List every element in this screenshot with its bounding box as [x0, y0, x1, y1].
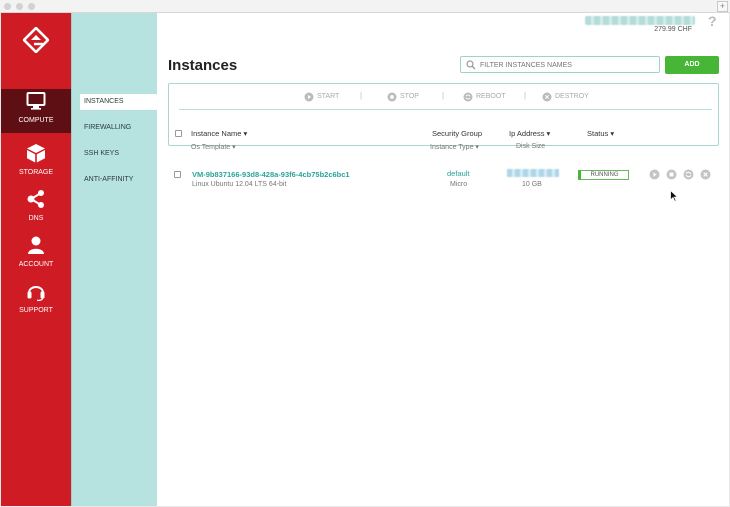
search-icon: [466, 60, 476, 70]
sidebar-item-label: ACCOUNT: [18, 261, 54, 268]
sidebar-item-storage[interactable]: STORAGE: [1, 141, 71, 185]
column-header-disk-size: Disk Size: [516, 143, 546, 150]
subnav-item-instances[interactable]: INSTANCES: [80, 94, 164, 110]
column-header-ip-address[interactable]: Ip Address ▾: [509, 129, 550, 138]
new-tab-icon[interactable]: +: [717, 1, 728, 12]
sidebar-item-label: DNS: [28, 215, 44, 222]
window-close-dot[interactable]: [4, 3, 11, 10]
play-icon: [304, 92, 314, 102]
status-badge: RUNNING: [578, 170, 629, 180]
monitor-icon: [26, 92, 46, 110]
row-start-icon[interactable]: [649, 169, 660, 180]
stop-label: STOP: [400, 93, 419, 100]
help-icon[interactable]: ?: [708, 13, 717, 29]
window-titlebar: +: [0, 0, 730, 13]
row-reboot-icon[interactable]: [683, 169, 694, 180]
destroy-label: DESTROY: [555, 93, 589, 100]
panel-divider: [179, 109, 712, 110]
sidebar-item-support[interactable]: SUPPORT: [1, 279, 71, 323]
column-header-instance-type[interactable]: Instance Type ▾: [430, 143, 479, 151]
column-header-os-template[interactable]: Os Template ▾: [191, 143, 236, 151]
sidebar-item-label: STORAGE: [18, 169, 54, 176]
logo-icon[interactable]: [23, 27, 49, 53]
account-balance: 279.99 CHF: [654, 26, 692, 33]
sub-navigation: INSTANCES FIREWALLING SSH KEYS ANTI-AFFI…: [71, 13, 164, 506]
sidebar-item-label: SUPPORT: [19, 307, 53, 314]
network-icon: [27, 190, 44, 208]
action-separator: |: [360, 91, 363, 100]
account-email-redacted[interactable]: [585, 16, 695, 25]
security-group-link[interactable]: default: [447, 169, 470, 178]
mouse-cursor-icon: [670, 190, 678, 202]
instance-type: Micro: [450, 181, 468, 188]
row-stop-icon[interactable]: [666, 169, 677, 180]
window-minimize-dot[interactable]: [16, 3, 23, 10]
stop-icon: [387, 92, 397, 102]
instance-name-link[interactable]: VM-9b837166-93d8-428a-93f6-4cb75b2c6bc1: [192, 170, 350, 179]
sidebar-item-label: COMPUTE: [18, 117, 54, 124]
sidebar-item-account[interactable]: ACCOUNT: [1, 233, 71, 277]
window-zoom-dot[interactable]: [28, 3, 35, 10]
subnav-item-ssh-keys[interactable]: SSH KEYS: [72, 146, 158, 162]
select-all-checkbox[interactable]: [175, 130, 182, 137]
cube-icon: [27, 144, 45, 163]
sidebar-item-compute[interactable]: COMPUTE: [1, 89, 71, 133]
page-title: Instances: [168, 57, 238, 74]
start-label: START: [317, 93, 340, 100]
action-separator: |: [442, 91, 445, 100]
action-separator: |: [524, 91, 527, 100]
row-checkbox[interactable]: [174, 171, 181, 178]
ip-address-redacted: [507, 169, 559, 177]
sidebar-item-dns[interactable]: DNS: [1, 187, 71, 231]
column-header-security-group: Security Group: [432, 129, 483, 138]
user-icon: [28, 236, 44, 254]
filter-instances-box[interactable]: [460, 56, 660, 73]
instances-panel: START | STOP | REBOOT | DESTROY Instance…: [168, 83, 719, 151]
column-header-status[interactable]: Status ▾: [587, 129, 614, 138]
instance-os-template: Linux Ubuntu 12.04 LTS 64-bit: [192, 181, 287, 188]
column-header-instance-name[interactable]: Instance Name ▾: [191, 129, 247, 138]
add-instance-button[interactable]: ADD: [665, 56, 719, 74]
reboot-label: REBOOT: [476, 93, 506, 100]
disk-size: 10 GB: [522, 181, 542, 188]
subnav-item-firewalling[interactable]: FIREWALLING: [72, 120, 158, 136]
subnav-item-anti-affinity[interactable]: ANTI-AFFINITY: [72, 172, 158, 188]
row-destroy-icon[interactable]: [700, 169, 711, 180]
destroy-icon: [542, 92, 552, 102]
main-sidebar: COMPUTE STORAGE DNS ACCOUNT SUPPORT: [1, 13, 71, 506]
filter-instances-input[interactable]: [480, 59, 655, 71]
headset-icon: [27, 286, 45, 301]
reboot-icon: [463, 92, 473, 102]
